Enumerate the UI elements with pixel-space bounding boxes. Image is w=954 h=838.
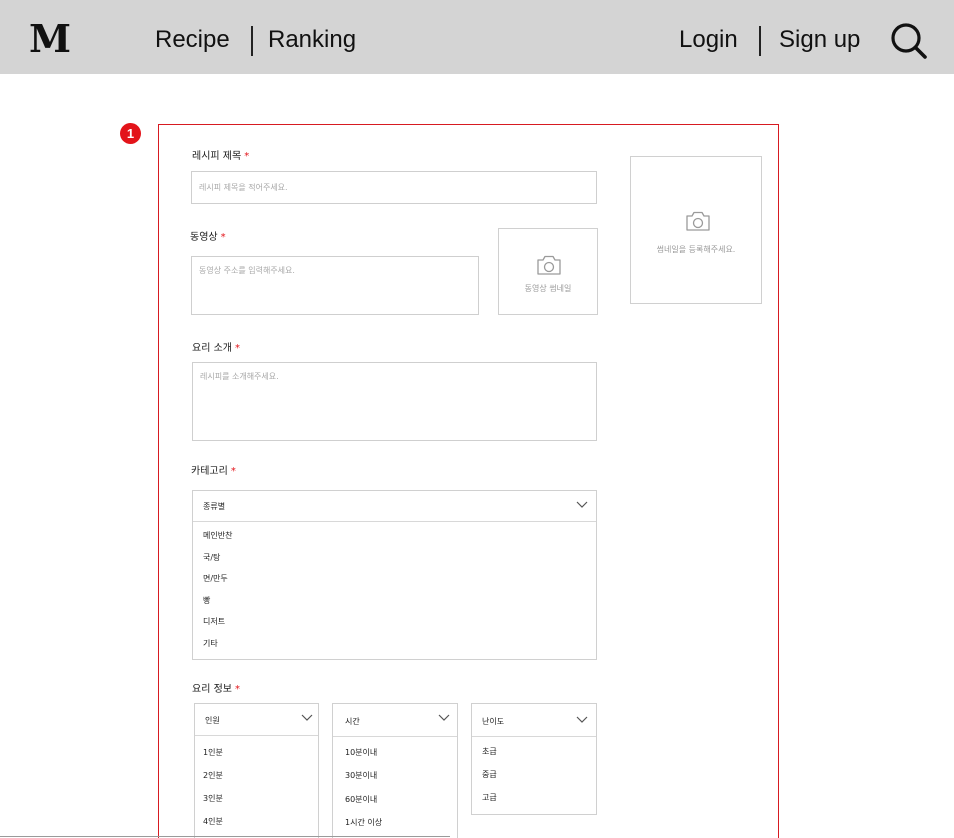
difficulty-option[interactable]: 초급 xyxy=(482,747,497,757)
main-thumbnail-upload[interactable]: 썸네일을 등록해주세요. xyxy=(630,156,762,304)
title-label: 레시피 제목 * xyxy=(192,151,250,162)
nav-divider xyxy=(251,26,253,56)
servings-option[interactable]: 1인분 xyxy=(203,748,223,758)
page-bottom-divider xyxy=(0,836,450,837)
login-link[interactable]: Login xyxy=(679,26,738,54)
chevron-down-icon[interactable] xyxy=(301,714,313,722)
video-url-input[interactable] xyxy=(191,256,479,315)
time-option[interactable]: 30분이내 xyxy=(345,771,377,781)
servings-selected-value: 인원 xyxy=(205,716,220,725)
intro-label: 요리 소개 * xyxy=(192,343,240,354)
camera-icon xyxy=(686,211,710,231)
nav-recipe-link[interactable]: Recipe xyxy=(155,26,230,54)
category-option[interactable]: 국/탕 xyxy=(203,553,220,563)
servings-dropdown: 인원 1인분 2인분 3인분 4인분 xyxy=(194,703,319,838)
video-thumbnail-upload[interactable]: 동영상 썸네일 xyxy=(498,228,598,315)
category-option[interactable]: 메인반찬 xyxy=(203,531,232,541)
chevron-down-icon[interactable] xyxy=(576,501,588,509)
category-dropdown-header[interactable]: 종류별 xyxy=(193,491,596,522)
annotation-badge: 1 xyxy=(120,123,141,144)
recipe-intro-input[interactable] xyxy=(192,362,597,441)
time-option[interactable]: 10분이내 xyxy=(345,748,377,758)
servings-option[interactable]: 2인분 xyxy=(203,771,223,781)
site-logo[interactable]: M xyxy=(29,19,71,59)
signup-link[interactable]: Sign up xyxy=(779,26,860,54)
video-thumbnail-text: 동영상 썸네일 xyxy=(524,284,572,293)
required-mark: * xyxy=(234,684,240,695)
required-mark: * xyxy=(230,466,236,477)
time-dropdown-header[interactable]: 시간 xyxy=(333,704,457,737)
recipe-title-input[interactable] xyxy=(191,171,597,204)
cooking-info-label: 요리 정보 * xyxy=(192,684,240,695)
time-selected-value: 시간 xyxy=(345,717,360,726)
category-option[interactable]: 면/만두 xyxy=(203,574,228,584)
search-icon[interactable] xyxy=(889,21,929,61)
camera-icon xyxy=(537,255,561,275)
category-label: 카테고리 * xyxy=(191,466,236,477)
servings-dropdown-header[interactable]: 인원 xyxy=(195,704,318,736)
difficulty-selected-value: 난이도 xyxy=(482,717,505,726)
difficulty-option[interactable]: 고급 xyxy=(482,793,497,803)
main-thumbnail-text: 썸네일을 등록해주세요. xyxy=(656,245,736,254)
chevron-down-icon[interactable] xyxy=(438,714,450,722)
required-mark: * xyxy=(234,343,240,354)
category-option[interactable]: 빵 xyxy=(203,596,210,606)
video-label: 동영상 * xyxy=(190,232,226,243)
auth-divider xyxy=(759,26,761,56)
nav-ranking-link[interactable]: Ranking xyxy=(268,26,356,54)
time-dropdown: 시간 10분이내 30분이내 60분이내 1시간 이상 xyxy=(332,703,458,838)
category-selected-value: 종류별 xyxy=(203,502,226,511)
difficulty-dropdown-header[interactable]: 난이도 xyxy=(472,704,596,737)
category-option[interactable]: 디저트 xyxy=(203,617,225,627)
category-dropdown: 종류별 메인반찬 국/탕 면/만두 빵 디저트 기타 xyxy=(192,490,597,660)
time-option[interactable]: 1시간 이상 xyxy=(345,818,382,828)
time-option[interactable]: 60분이내 xyxy=(345,795,377,805)
difficulty-option[interactable]: 중급 xyxy=(482,770,497,780)
required-mark: * xyxy=(220,232,226,243)
servings-option[interactable]: 3인분 xyxy=(203,794,223,804)
chevron-down-icon[interactable] xyxy=(576,716,588,724)
difficulty-dropdown: 난이도 초급 중급 고급 xyxy=(471,703,597,815)
top-navigation-bar: M Recipe Ranking Login Sign up xyxy=(0,0,954,74)
category-option[interactable]: 기타 xyxy=(203,639,218,649)
required-mark: * xyxy=(244,151,250,162)
servings-option[interactable]: 4인분 xyxy=(203,817,223,827)
